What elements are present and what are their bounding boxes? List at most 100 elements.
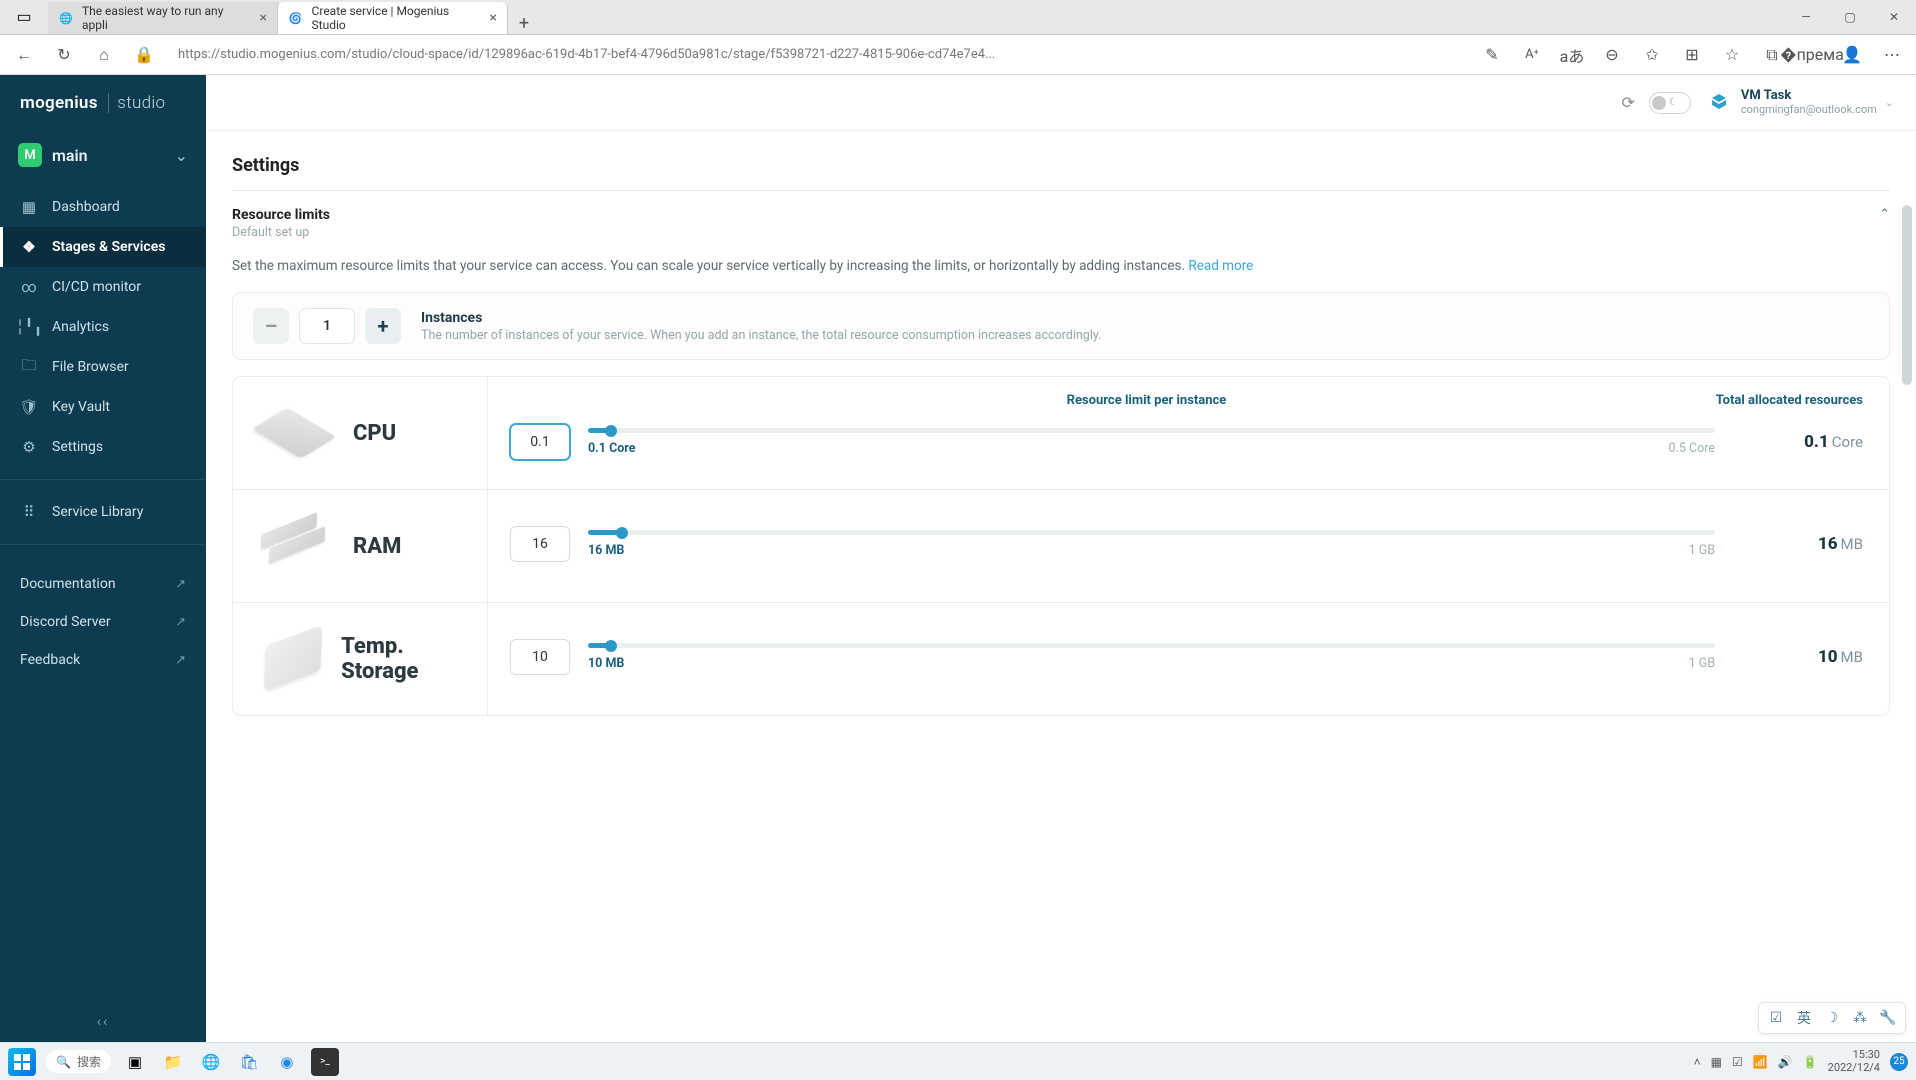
cpu-total: 0.1Core (1733, 432, 1863, 452)
sidebar-item-settings[interactable]: ⚙ Settings (0, 427, 206, 467)
profile-icon[interactable]: 👤 (1836, 39, 1868, 71)
refresh-button[interactable]: ↻ (48, 39, 80, 71)
share-icon[interactable]: �према (1796, 39, 1828, 71)
terminal-icon[interactable]: >_ (311, 1048, 339, 1076)
notification-badge[interactable]: 25 (1890, 1053, 1908, 1071)
close-icon[interactable]: × (260, 10, 267, 26)
app-icon[interactable]: ◉ (273, 1048, 301, 1076)
sidebar-item-cicd[interactable]: ∞ CI/CD monitor (0, 267, 206, 307)
tab-title: The easiest way to run any appli (82, 4, 252, 32)
tmp-input[interactable] (510, 639, 570, 675)
tray-chevron-icon[interactable]: ˄ (1694, 1055, 1701, 1069)
project-name: main (52, 146, 88, 165)
taskbar-search[interactable]: 🔍 搜索 (46, 1050, 111, 1073)
browser-tab[interactable]: 🌐 The easiest way to run any appli × (48, 2, 278, 34)
ime-lang[interactable]: 英 (1793, 1007, 1815, 1029)
user-menu[interactable]: VM Task congmingfan@outlook.com ⌄ (1705, 89, 1894, 117)
zoom-out-icon[interactable]: ⊖ (1596, 39, 1628, 71)
battery-icon[interactable]: 🔋 (1803, 1055, 1818, 1069)
back-button[interactable]: ← (8, 39, 40, 71)
avatar-icon (1705, 89, 1733, 117)
more-icon[interactable]: ⋯ (1876, 39, 1908, 71)
sidebar-item-feedback[interactable]: Feedback ↗ (0, 641, 206, 679)
total-value: 16 (1818, 534, 1838, 554)
sidebar-item-label: Discord Server (20, 614, 111, 630)
ssd-icon (255, 629, 323, 689)
cpu-slider[interactable]: 0.1 Core 0.5 Core (588, 428, 1715, 456)
sidebar-item-discord[interactable]: Discord Server ↗ (0, 603, 206, 641)
project-selector[interactable]: M main ⌄ (0, 131, 206, 179)
wrench-icon[interactable]: 🔧 (1877, 1007, 1899, 1029)
spark-icon[interactable]: ⁂ (1849, 1007, 1871, 1029)
text-size-icon[interactable]: A⁺ (1516, 39, 1548, 71)
wifi-icon[interactable]: 📶 (1753, 1055, 1768, 1069)
sidebar: mogenius studio M main ⌄ ▦ Dashboard ❖ S… (0, 75, 206, 1042)
total-value: 10 (1818, 647, 1838, 667)
edge-icon[interactable]: 🌐 (197, 1048, 225, 1076)
extensions-icon[interactable]: ⊞ (1676, 39, 1708, 71)
tray-security-icon[interactable]: ☑ (1732, 1055, 1743, 1069)
moon-icon: ☾ (1669, 97, 1678, 108)
resource-label: CPU (353, 421, 396, 446)
cpu-icon (255, 403, 335, 463)
sidebar-item-label: CI/CD monitor (52, 279, 141, 295)
sidebar-item-files[interactable]: 🗀 File Browser (0, 347, 206, 387)
ram-slider[interactable]: 16 MB 1 GB (588, 530, 1715, 558)
collapse-sidebar[interactable]: ‹‹ (0, 1002, 206, 1042)
collapse-panel-button[interactable]: ⌃ (1879, 207, 1890, 222)
window-close[interactable]: ✕ (1872, 0, 1916, 34)
translate-icon[interactable]: aあ (1556, 39, 1588, 71)
instances-input[interactable] (299, 308, 355, 344)
increment-button[interactable]: + (365, 308, 401, 344)
favorites-bar-icon[interactable]: ☆ (1716, 39, 1748, 71)
slider-min: 0.1 Core (588, 441, 636, 456)
ram-input[interactable] (510, 526, 570, 562)
tab-actions-button[interactable]: ▭ (0, 0, 48, 34)
window-maximize[interactable]: ▢ (1828, 0, 1872, 34)
sidebar-item-stages[interactable]: ❖ Stages & Services (0, 227, 206, 267)
panel-title: Resource limits (232, 207, 330, 223)
close-icon[interactable]: × (490, 10, 497, 26)
scroll-thumb[interactable] (1902, 205, 1912, 385)
browser-tab-active[interactable]: 🌀 Create service | Mogenius Studio × (278, 2, 508, 34)
sidebar-item-label: Documentation (20, 576, 116, 592)
scrollbar[interactable] (1900, 75, 1914, 1042)
resource-row-tmp: Temp. Storage 10 MB 1 GB (233, 603, 1889, 715)
theme-toggle[interactable]: ☾ (1649, 92, 1691, 114)
home-button[interactable]: ⌂ (88, 39, 120, 71)
col-header-right: Total allocated resources (1663, 393, 1863, 408)
cpu-input[interactable] (510, 424, 570, 460)
store-icon[interactable]: 🛍 (235, 1048, 263, 1076)
clock-date: 2022/12/4 (1828, 1062, 1880, 1074)
favorite-icon[interactable]: ✩ (1636, 39, 1668, 71)
sync-icon[interactable]: ⟳ (1621, 93, 1634, 112)
window-minimize[interactable]: — (1784, 0, 1828, 34)
slider-min: 16 MB (588, 543, 624, 558)
start-button[interactable] (8, 1048, 36, 1076)
moon-icon[interactable]: ☽ (1821, 1007, 1843, 1029)
sidebar-item-dashboard[interactable]: ▦ Dashboard (0, 187, 206, 227)
total-unit: Core (1832, 433, 1863, 451)
address-bar[interactable]: https://studio.mogenius.com/studio/cloud… (168, 40, 1468, 70)
sidebar-item-library[interactable]: ⠿ Service Library (0, 492, 206, 532)
decrement-button[interactable]: – (253, 308, 289, 344)
taskview-icon[interactable]: ▣ (121, 1048, 149, 1076)
tmp-slider[interactable]: 10 MB 1 GB (588, 643, 1715, 671)
checkbox-icon[interactable]: ☑ (1765, 1007, 1787, 1029)
reader-icon[interactable]: ✎ (1476, 39, 1508, 71)
tray-app-icon[interactable]: ▦ (1711, 1055, 1722, 1069)
volume-icon[interactable]: 🔊 (1778, 1055, 1793, 1069)
clock-time: 15:30 (1828, 1049, 1880, 1061)
tab-favicon: 🌀 (288, 10, 304, 26)
read-more-link[interactable]: Read more (1188, 258, 1253, 274)
taskbar-clock[interactable]: 15:30 2022/12/4 (1828, 1049, 1880, 1073)
app-root: mogenius studio M main ⌄ ▦ Dashboard ❖ S… (0, 75, 1916, 1042)
ime-toolbar[interactable]: ☑ 英 ☽ ⁂ 🔧 (1758, 1002, 1906, 1034)
new-tab-button[interactable]: + (508, 13, 540, 34)
sidebar-item-analytics[interactable]: ╎╹╻ Analytics (0, 307, 206, 347)
slider-min: 10 MB (588, 656, 624, 671)
sidebar-item-docs[interactable]: Documentation ↗ (0, 565, 206, 603)
lock-icon[interactable]: 🔒 (128, 39, 160, 71)
explorer-icon[interactable]: 📁 (159, 1048, 187, 1076)
sidebar-item-keyvault[interactable]: 🛡 Key Vault (0, 387, 206, 427)
